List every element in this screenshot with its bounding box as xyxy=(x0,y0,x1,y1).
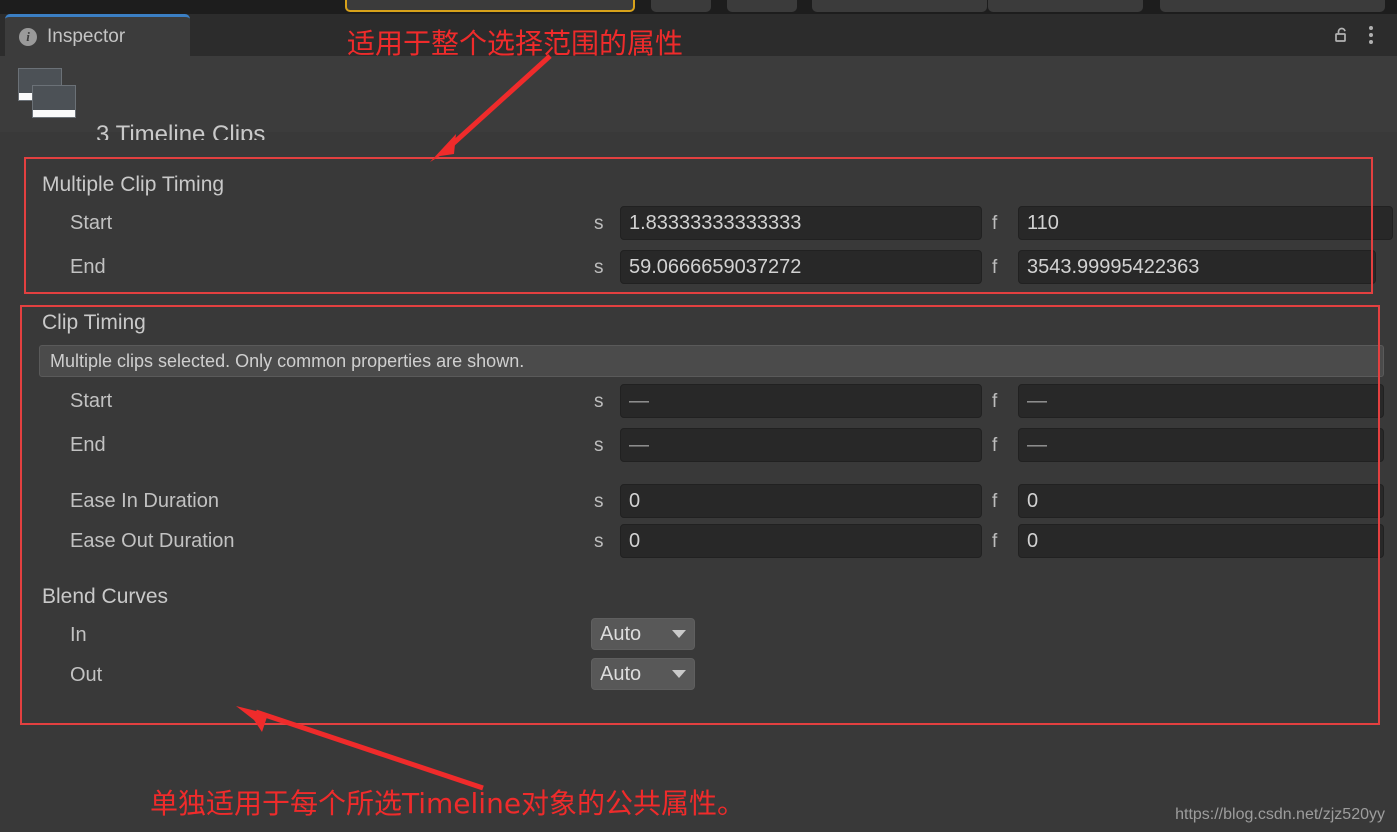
multiple-end-seconds-input[interactable]: 59.0666659037272 xyxy=(620,250,982,284)
clip-start-frames-input[interactable]: — xyxy=(1018,384,1384,418)
unit-seconds: s xyxy=(594,257,604,278)
row-label: Ease Out Duration xyxy=(70,530,235,552)
ghost-tab-4[interactable] xyxy=(988,0,1143,12)
ghost-tab-active[interactable] xyxy=(345,0,635,12)
inspector-window: i Inspector 3 Timeline Clips Multiple Cl… xyxy=(0,0,1397,832)
blend-in-dropdown[interactable]: Auto xyxy=(591,618,695,650)
unlock-padlock-icon[interactable] xyxy=(1333,25,1353,45)
unit-frames: f xyxy=(992,213,998,234)
row-label: Start xyxy=(70,212,113,234)
annotation-text-top: 适用于整个选择范围的属性 xyxy=(347,27,684,60)
kebab-menu-icon[interactable] xyxy=(1361,24,1381,46)
unit-frames: f xyxy=(992,491,998,512)
blend-curves-title: Blend Curves xyxy=(42,585,169,608)
chevron-down-icon xyxy=(672,630,686,638)
unit-frames: f xyxy=(992,257,998,278)
inspector-body: Multiple Clip Timing Start s 1.833333333… xyxy=(0,140,1397,832)
object-header: 3 Timeline Clips xyxy=(0,56,1397,148)
blend-in-value: Auto xyxy=(600,622,642,645)
blend-out-value: Auto xyxy=(600,662,642,685)
unit-frames: f xyxy=(992,531,998,552)
watermark: https://blog.csdn.net/zjz520yy xyxy=(1175,806,1385,823)
annotation-text-bottom: 单独适用于每个所选Timeline对象的公共属性。 xyxy=(150,787,746,820)
row-label: Start xyxy=(70,390,113,412)
row-label: End xyxy=(70,434,106,456)
clip-timing-help-box: Multiple clips selected. Only common pro… xyxy=(39,345,1384,377)
tab-inspector[interactable]: i Inspector xyxy=(5,14,190,56)
ease-out-seconds-input[interactable]: 0 xyxy=(620,524,982,558)
ease-out-frames-input[interactable]: 0 xyxy=(1018,524,1384,558)
multiple-start-frames-input[interactable]: 110 xyxy=(1018,206,1393,240)
chevron-down-icon xyxy=(672,670,686,678)
unit-frames: f xyxy=(992,391,998,412)
blend-out-label: Out xyxy=(70,664,103,686)
unit-frames: f xyxy=(992,435,998,456)
ghost-tab-3[interactable] xyxy=(812,0,987,12)
blend-out-dropdown[interactable]: Auto xyxy=(591,658,695,690)
clip-end-frames-input[interactable]: — xyxy=(1018,428,1384,462)
unit-seconds: s xyxy=(594,213,604,234)
row-label: End xyxy=(70,256,106,278)
ease-in-seconds-input[interactable]: 0 xyxy=(620,484,982,518)
row-label: Ease In Duration xyxy=(70,490,219,512)
ghost-tab-1[interactable] xyxy=(651,0,711,12)
clip-start-seconds-input[interactable]: — xyxy=(620,384,982,418)
multiple-start-seconds-input[interactable]: 1.83333333333333 xyxy=(620,206,982,240)
timeline-clips-icon xyxy=(18,68,80,120)
blend-in-label: In xyxy=(70,624,87,646)
inspector-tab-bar: i Inspector xyxy=(0,14,1397,56)
info-circle-icon: i xyxy=(19,27,37,46)
top-tab-strip xyxy=(0,0,1397,14)
ghost-tab-2[interactable] xyxy=(727,0,797,12)
multiple-end-frames-input[interactable]: 3543.99995422363 xyxy=(1018,250,1376,284)
clip-end-seconds-input[interactable]: — xyxy=(620,428,982,462)
unit-seconds: s xyxy=(594,435,604,456)
unit-seconds: s xyxy=(594,391,604,412)
unit-seconds: s xyxy=(594,531,604,552)
ease-in-frames-input[interactable]: 0 xyxy=(1018,484,1384,518)
tab-inspector-label: Inspector xyxy=(47,25,126,47)
clip-timing-title: Clip Timing xyxy=(42,311,146,334)
unit-seconds: s xyxy=(594,491,604,512)
ghost-tab-5[interactable] xyxy=(1160,0,1385,12)
multiple-clip-timing-title: Multiple Clip Timing xyxy=(42,173,225,196)
